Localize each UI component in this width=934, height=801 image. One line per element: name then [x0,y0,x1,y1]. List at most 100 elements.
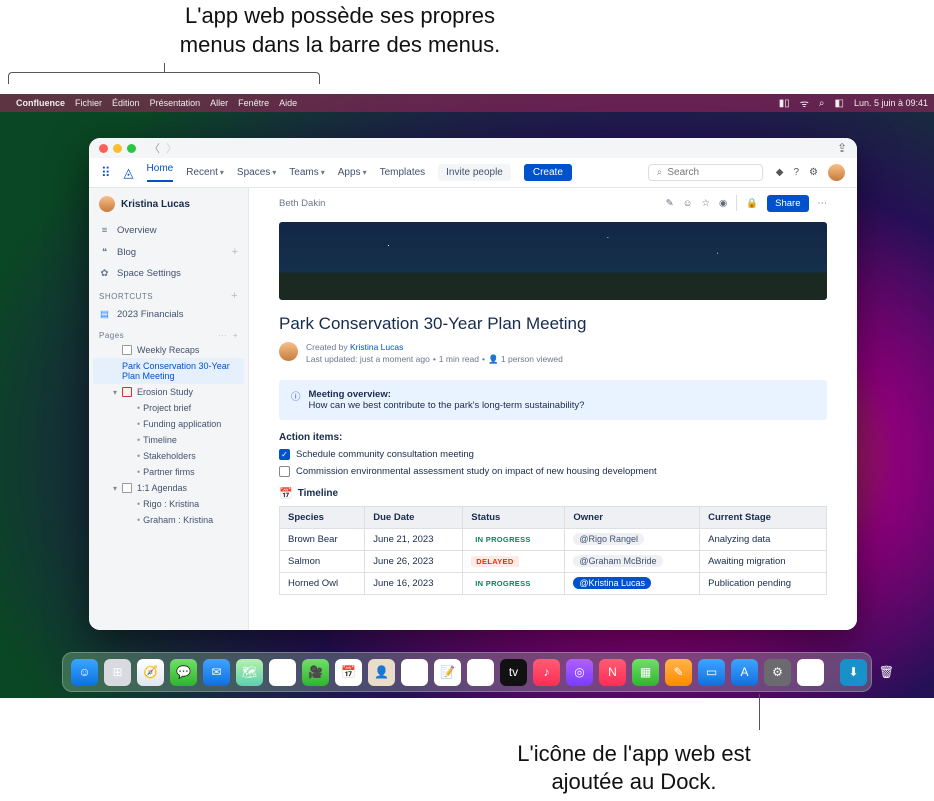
star-icon[interactable]: ☆ [701,198,710,209]
sidebar-page-item[interactable]: •Rigo : Kristina [89,496,248,512]
messages-icon: 💬 [176,665,191,679]
dock-icon-messages[interactable]: 💬 [170,659,197,686]
nav-templates[interactable]: Templates [380,167,426,178]
forward-button[interactable]: 〉 [166,140,177,156]
sidebar-page-item[interactable]: ▸Park Conservation 30-Year Plan Meeting [93,358,244,384]
profile-avatar[interactable] [828,164,845,181]
author-avatar[interactable] [279,342,298,361]
menubar-clock[interactable]: Lun. 5 juin à 09:41 [854,98,928,108]
sidebar-page-item[interactable]: ▾1:1 Agendas [89,480,248,496]
control-center-icon[interactable]: ◧ [834,98,843,109]
menu-aide[interactable]: Aide [279,98,297,108]
menu-presentation[interactable]: Présentation [150,98,201,108]
dock-icon-finder[interactable]: ☺ [71,659,98,686]
dock-icon-freeform[interactable]: ✎ [467,659,494,686]
user-mention[interactable]: @Graham McBride [573,555,662,567]
menubar-app-name[interactable]: Confluence [16,98,65,108]
dock-icon-facetime[interactable]: 🎥 [302,659,329,686]
dock-icon-settings[interactable]: ⚙ [764,659,791,686]
sidebar-page-item[interactable]: •Project brief [89,400,248,416]
wifi-icon[interactable]: ᯤ [800,96,809,110]
menu-fichier[interactable]: Fichier [75,98,102,108]
sidebar-item-overview[interactable]: ≡ Overview [89,220,248,241]
dock-icon-maps[interactable]: 🗺 [236,659,263,686]
nav-recent[interactable]: Recent▾ [186,167,224,178]
dock-icon-numbers[interactable]: ▦ [632,659,659,686]
edit-icon[interactable]: ✎ [666,198,674,209]
dock-icon-launchpad[interactable]: ⊞ [104,659,131,686]
search-icon[interactable]: ⌕ [819,98,825,109]
menu-aller[interactable]: Aller [210,98,228,108]
dock-icon-contacts[interactable]: 👤 [368,659,395,686]
app-switcher-icon[interactable]: ⠿ [101,165,111,181]
dock-icon-music[interactable]: ♪ [533,659,560,686]
page-icon [122,387,132,397]
dock-icon-calendar[interactable]: 📅 [335,659,362,686]
close-button[interactable] [99,144,108,153]
sidebar-page-item[interactable]: •Funding application [89,416,248,432]
menu-fenetre[interactable]: Fenêtre [238,98,269,108]
search-box[interactable]: ⌕ [648,164,763,181]
dock-icon-photos[interactable]: ✿ [269,659,296,686]
menu-edition[interactable]: Édition [112,98,140,108]
more-actions-icon[interactable]: ⋯ [818,198,828,209]
sidebar-item-space-settings[interactable]: ✿ Space Settings [89,263,248,284]
sidebar-page-item[interactable]: ▸Weekly Recaps [89,342,248,358]
breadcrumb[interactable]: Beth Dakin [279,198,325,209]
lock-icon[interactable]: 🔒 [746,198,758,209]
share-icon[interactable]: ⇪ [837,141,847,155]
page-content: Beth Dakin ✎ ☺ ☆ ◉ 🔒 Share ⋯ Park Conser… [249,188,857,630]
sidebar-space-header[interactable]: Kristina Lucas [89,188,248,220]
watch-icon[interactable]: ◉ [719,198,727,209]
author-link[interactable]: Kristina Lucas [350,342,403,352]
nav-teams[interactable]: Teams▾ [289,167,324,178]
invite-people-button[interactable]: Invite people [438,164,511,181]
nav-spaces[interactable]: Spaces▾ [237,167,276,178]
confluence-logo-icon[interactable]: ◬ [124,165,134,181]
dock-icon-trash[interactable]: 🗑 [873,659,900,686]
checkbox[interactable]: ✓ [279,449,290,460]
zoom-button[interactable] [127,144,136,153]
cell-stage: Awaiting migration [700,550,827,572]
dock-icon-downloads[interactable]: ⬇ [840,659,867,686]
table-row: Horned OwlJune 16, 2023IN PROGRESS@Krist… [280,572,827,594]
dock-icon-mail[interactable]: ✉ [203,659,230,686]
dock-icon-pages[interactable]: ✎ [665,659,692,686]
sidebar-item-blog[interactable]: ❝ Blog [89,241,248,263]
notifications-icon[interactable]: ◆ [776,167,784,178]
dock-icon-notes[interactable]: 📝 [434,659,461,686]
battery-icon[interactable]: ▮▯ [779,98,790,109]
user-mention[interactable]: @Kristina Lucas [573,577,651,589]
dock-icon-keynote[interactable]: ▭ [698,659,725,686]
comment-icon[interactable]: ☺ [683,198,693,209]
dock-icon-confluence[interactable]: ◬ [797,659,824,686]
checkbox[interactable] [279,466,290,477]
dock-icon-news[interactable]: N [599,659,626,686]
dock-icon-safari[interactable]: 🧭 [137,659,164,686]
back-button[interactable]: 〈 [149,140,160,156]
dock-icon-appstore[interactable]: A [731,659,758,686]
user-mention[interactable]: @Rigo Rangel [573,533,644,545]
sidebar-page-item[interactable]: ▾Erosion Study [89,384,248,400]
sidebar-shortcut-item[interactable]: ▤ 2023 Financials [89,304,248,325]
sidebar-page-item[interactable]: •Graham : Kristina [89,512,248,528]
sidebar-page-label: Rigo : Kristina [143,499,199,509]
dock-icon-reminders[interactable]: ☰ [401,659,428,686]
reminders-icon: ☰ [409,665,420,679]
sidebar-page-item[interactable]: •Partner firms [89,464,248,480]
create-button[interactable]: Create [524,164,572,181]
dock-icon-tv[interactable]: tv [500,659,527,686]
dock-icon-podcasts[interactable]: ◎ [566,659,593,686]
help-icon[interactable]: ? [793,167,799,178]
minimize-button[interactable] [113,144,122,153]
cell-status: IN PROGRESS [463,572,565,594]
sidebar-page-item[interactable]: •Timeline [89,432,248,448]
nav-home[interactable]: Home [147,163,174,182]
settings-gear-icon[interactable]: ⚙ [809,167,818,178]
news-icon: N [608,665,617,679]
share-button[interactable]: Share [767,195,808,212]
annotation-bottom: L'icône de l'app web est ajoutée au Dock… [474,740,794,797]
nav-apps[interactable]: Apps▾ [338,167,367,178]
search-input[interactable] [667,167,747,178]
sidebar-page-item[interactable]: •Stakeholders [89,448,248,464]
